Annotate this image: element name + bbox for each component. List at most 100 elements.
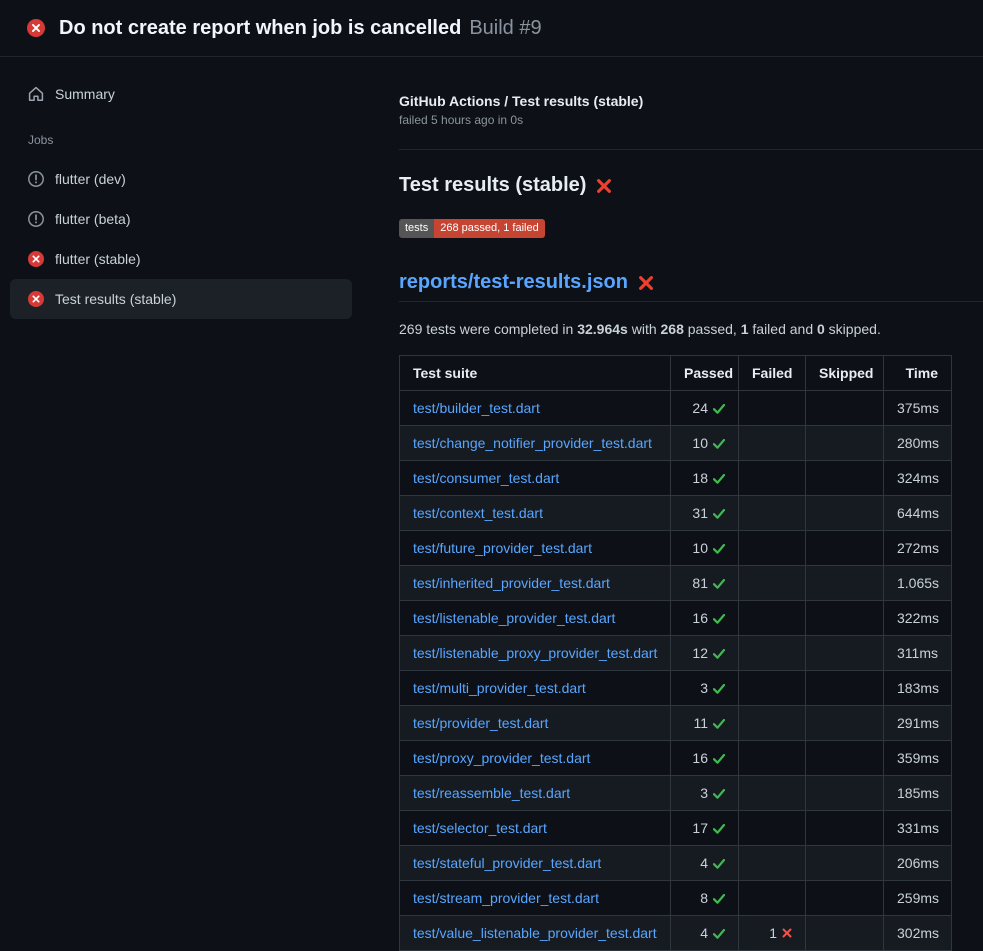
test-suite-link[interactable]: test/future_provider_test.dart: [413, 540, 592, 556]
badge-value: 268 passed, 1 failed: [434, 219, 544, 238]
failed-circle-icon: [28, 251, 44, 267]
skipped-cell: [806, 531, 884, 566]
table-row: test/value_listenable_provider_test.dart…: [400, 916, 952, 951]
passed-cell: 24: [671, 391, 739, 426]
skipped-cell: [806, 706, 884, 741]
test-suite-link[interactable]: test/multi_provider_test.dart: [413, 680, 586, 696]
failed-cell: [739, 811, 806, 846]
skipped-cell: [806, 496, 884, 531]
summary-segment: skipped.: [825, 321, 881, 337]
passed-cell: 8: [671, 881, 739, 916]
passed-cell: 10: [671, 426, 739, 461]
test-results-table: Test suitePassedFailedSkippedTime test/b…: [399, 355, 952, 951]
time-cell: 291ms: [884, 706, 952, 741]
test-suite-link[interactable]: test/consumer_test.dart: [413, 470, 559, 486]
test-suite-link[interactable]: test/value_listenable_provider_test.dart: [413, 925, 657, 941]
summary-segment: 0: [817, 321, 825, 337]
summary-segment: 269 tests were completed in: [399, 321, 577, 337]
test-suite-link[interactable]: test/reassemble_test.dart: [413, 785, 570, 801]
skipped-cell: [806, 776, 884, 811]
test-suite-cell: test/change_notifier_provider_test.dart: [400, 426, 671, 461]
failed-circle-icon: [28, 291, 44, 307]
test-suite-cell: test/stream_provider_test.dart: [400, 881, 671, 916]
time-cell: 359ms: [884, 741, 952, 776]
sidebar-item-flutter-beta[interactable]: flutter (beta): [10, 199, 352, 239]
skipped-cell: [806, 846, 884, 881]
test-suite-cell: test/provider_test.dart: [400, 706, 671, 741]
table-row: test/stateful_provider_test.dart4206ms: [400, 846, 952, 881]
test-suite-cell: test/inherited_provider_test.dart: [400, 566, 671, 601]
table-header: Test suitePassedFailedSkippedTime: [400, 356, 952, 391]
test-suite-link[interactable]: test/stream_provider_test.dart: [413, 890, 599, 906]
failed-circle-icon: [27, 19, 45, 37]
passed-cell: 16: [671, 601, 739, 636]
test-suite-link[interactable]: test/listenable_proxy_provider_test.dart: [413, 645, 657, 661]
skipped-cell: [806, 461, 884, 496]
test-suite-link[interactable]: test/context_test.dart: [413, 505, 543, 521]
passed-cell: 12: [671, 636, 739, 671]
table-row: test/proxy_provider_test.dart16359ms: [400, 741, 952, 776]
table-row: test/future_provider_test.dart 10 272ms: [400, 531, 952, 566]
time-cell: 644ms: [884, 496, 952, 531]
sidebar-item-flutter-stable[interactable]: flutter (stable): [10, 239, 352, 279]
home-icon: [28, 86, 44, 102]
failed-cell: [739, 601, 806, 636]
table-row: test/provider_test.dart11291ms: [400, 706, 952, 741]
sidebar-item-summary[interactable]: Summary: [10, 79, 352, 109]
job-label: flutter (stable): [55, 251, 141, 267]
time-cell: 259ms: [884, 881, 952, 916]
table-row: test/listenable_proxy_provider_test.dart…: [400, 636, 952, 671]
test-suite-link[interactable]: test/selector_test.dart: [413, 820, 547, 836]
test-suite-cell: test/value_listenable_provider_test.dart: [400, 916, 671, 951]
failed-cell: [739, 636, 806, 671]
table-row: test/stream_provider_test.dart 8 259ms: [400, 881, 952, 916]
time-cell: 302ms: [884, 916, 952, 951]
time-cell: 331ms: [884, 811, 952, 846]
table-row: test/listenable_provider_test.dart 16 322m…: [400, 601, 952, 636]
skipped-cell: [806, 636, 884, 671]
failed-cell: [739, 881, 806, 916]
time-cell: 183ms: [884, 671, 952, 706]
column-header-passed: Passed: [671, 356, 739, 391]
table-row: test/inherited_provider_test.dart811.065…: [400, 566, 952, 601]
test-suite-link[interactable]: test/builder_test.dart: [413, 400, 540, 416]
passed-cell: 3: [671, 776, 739, 811]
time-cell: 280ms: [884, 426, 952, 461]
test-suite-cell: test/consumer_test.dart: [400, 461, 671, 496]
failed-cell: [739, 496, 806, 531]
cross-mark-icon: [596, 178, 612, 194]
report-file-link[interactable]: reports/test-results.json: [399, 271, 628, 294]
cancelled-circle-icon: [28, 171, 44, 187]
sidebar-item-flutter-dev[interactable]: flutter (dev): [10, 159, 352, 199]
job-label: flutter (beta): [55, 211, 130, 227]
cross-mark-icon: [638, 275, 654, 291]
passed-cell: 31: [671, 496, 739, 531]
summary-label: Summary: [55, 86, 115, 102]
build-number: Build #9: [469, 17, 541, 39]
column-header-time: Time: [884, 356, 952, 391]
test-suite-link[interactable]: test/listenable_provider_test.dart: [413, 610, 615, 626]
test-suite-cell: test/context_test.dart: [400, 496, 671, 531]
test-suite-link[interactable]: test/inherited_provider_test.dart: [413, 575, 610, 591]
time-cell: 272ms: [884, 531, 952, 566]
page-header: Do not create report when job is cancell…: [0, 0, 983, 57]
skipped-cell: [806, 881, 884, 916]
test-suite-cell: test/future_provider_test.dart: [400, 531, 671, 566]
column-header-failed: Failed: [739, 356, 806, 391]
passed-cell: 10: [671, 531, 739, 566]
passed-cell: 18: [671, 461, 739, 496]
test-suite-cell: test/selector_test.dart: [400, 811, 671, 846]
skipped-cell: [806, 566, 884, 601]
skipped-cell: [806, 741, 884, 776]
sidebar-item-test-results-stable[interactable]: Test results (stable): [10, 279, 352, 319]
section-title: Test results (stable): [399, 174, 983, 197]
badge-label: tests: [399, 219, 434, 238]
page-title: Do not create report when job is cancell…: [59, 17, 542, 40]
time-cell: 322ms: [884, 601, 952, 636]
test-suite-link[interactable]: test/proxy_provider_test.dart: [413, 750, 590, 766]
failed-cell: [739, 741, 806, 776]
test-suite-link[interactable]: test/stateful_provider_test.dart: [413, 855, 601, 871]
test-suite-link[interactable]: test/change_notifier_provider_test.dart: [413, 435, 652, 451]
test-suite-link[interactable]: test/provider_test.dart: [413, 715, 548, 731]
failed-cell: [739, 706, 806, 741]
